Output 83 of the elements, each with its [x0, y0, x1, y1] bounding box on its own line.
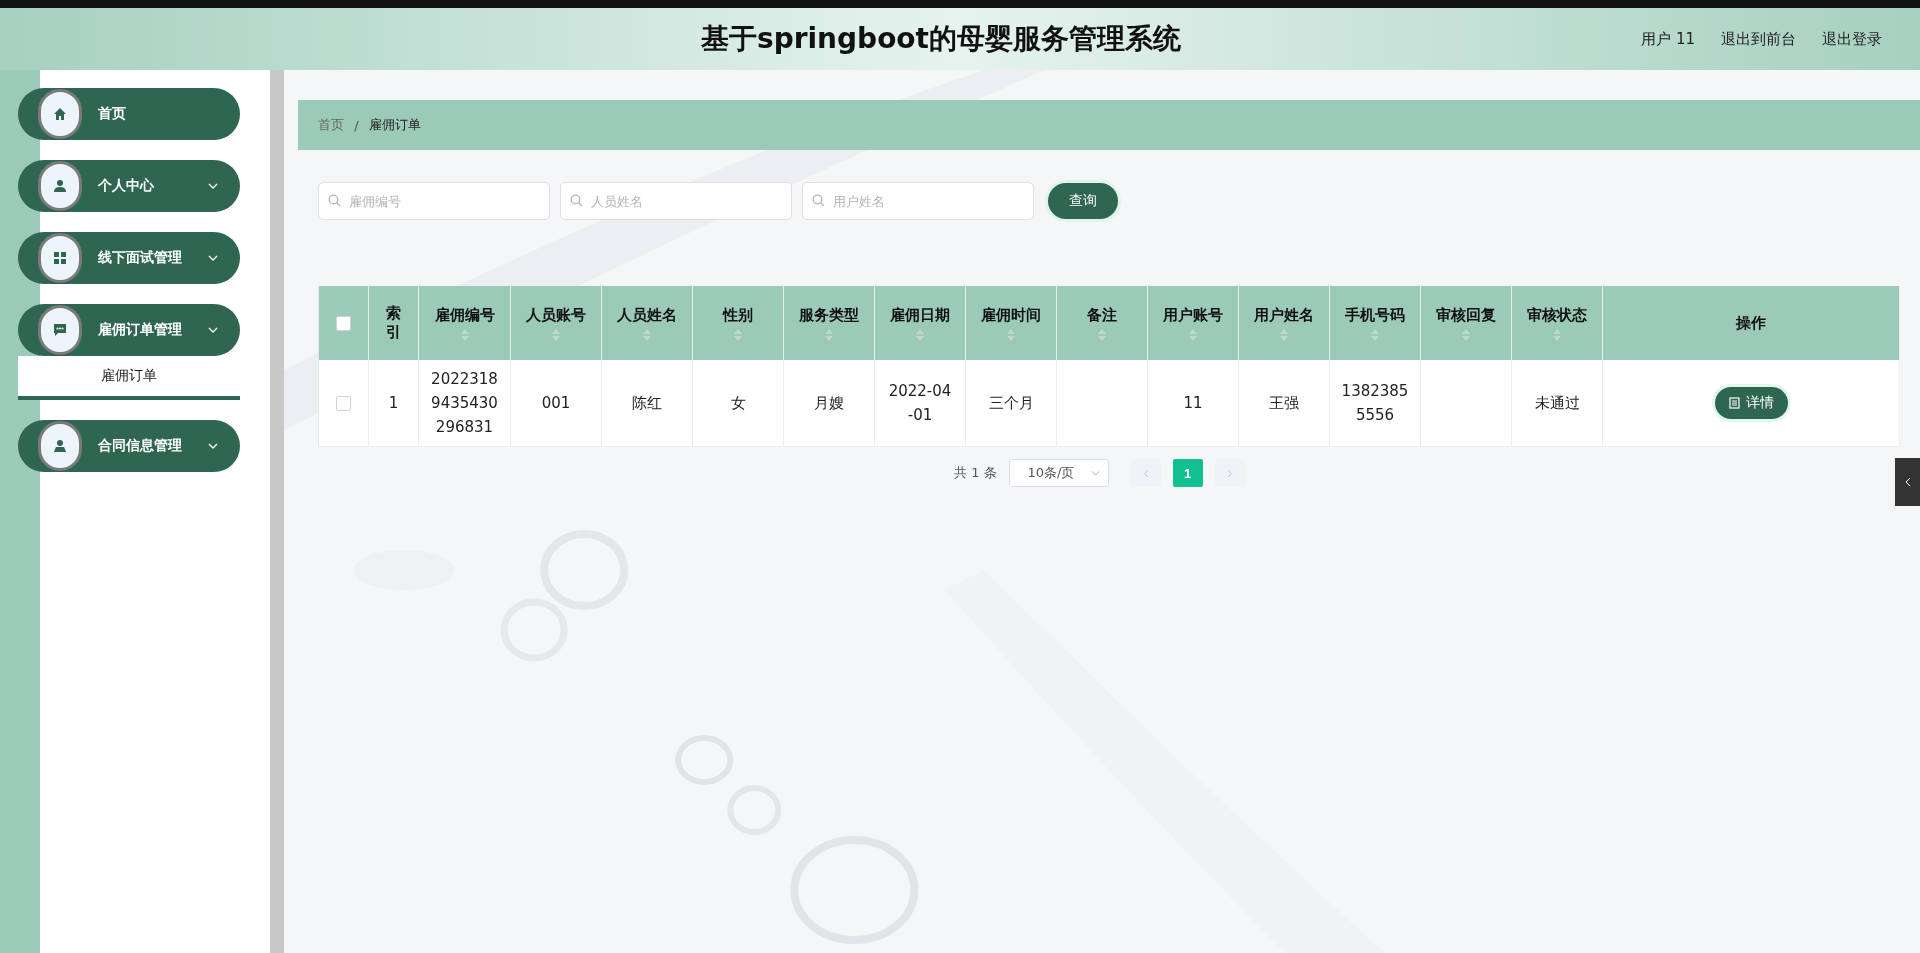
column-header: 性别 [723, 305, 753, 325]
table-cell: 陈红 [602, 360, 693, 447]
column-header: 雇佣时间 [981, 305, 1041, 325]
chevron-icon [208, 183, 218, 189]
table-cell: 三个月 [966, 360, 1057, 447]
previous-page-button[interactable] [1130, 459, 1161, 487]
table-cell: 女 [693, 360, 784, 447]
sort-icon[interactable] [1553, 328, 1561, 341]
sort-icon[interactable] [460, 328, 469, 341]
checkbox[interactable] [336, 315, 351, 331]
column-header: 人员姓名 [617, 305, 677, 325]
column-header: 手机号码 [1345, 305, 1405, 325]
home-icon [53, 107, 67, 121]
page-size-select[interactable]: 10条/页 [1008, 459, 1109, 487]
sidebar-item[interactable]: 合同信息管理 [18, 420, 240, 472]
column-header: 审核状态 [1527, 305, 1587, 325]
sidebar-item[interactable]: 雇佣订单管理 [18, 304, 240, 356]
breadcrumb-item[interactable]: 首页 [318, 116, 344, 134]
total-count: 共 1 条 [954, 464, 997, 482]
sidebar-item[interactable]: 首页 [18, 88, 240, 140]
grid-icon [53, 251, 67, 265]
sort-icon[interactable] [1280, 328, 1288, 341]
sort-icon[interactable] [1371, 328, 1379, 341]
user-name: 用户 11 [1641, 29, 1695, 49]
breadcrumb-separator: / [354, 117, 359, 133]
table-cell: 2022-04-01 [875, 360, 966, 447]
chevron-right-icon [1226, 468, 1233, 478]
chat-icon [53, 323, 67, 337]
sidebar-item[interactable]: 个人中心 [18, 160, 240, 212]
column-header: 索引 [385, 304, 402, 342]
header-link[interactable]: 退出到前台 [1721, 29, 1796, 49]
search-icon [812, 194, 825, 207]
sort-icon[interactable] [916, 328, 924, 341]
table-cell: 未通过 [1512, 360, 1603, 447]
query-button[interactable]: 查询 [1048, 183, 1118, 219]
chevron-icon [208, 327, 218, 333]
table-cell: 001 [511, 360, 602, 447]
user-icon [53, 179, 67, 193]
search-field[interactable]: 雇佣编号 [318, 182, 550, 220]
search-icon [570, 194, 583, 207]
collapse-tab[interactable] [1895, 458, 1920, 506]
search-field[interactable]: 用户姓名 [802, 182, 1034, 220]
table-cell: 1 [369, 360, 419, 447]
person-icon [53, 439, 67, 453]
sort-icon[interactable] [552, 328, 560, 341]
column-header: 雇佣编号 [434, 305, 495, 325]
column-header: 用户账号 [1163, 305, 1223, 325]
document-icon [1728, 397, 1740, 409]
sort-icon[interactable] [643, 328, 651, 341]
chevron-left-icon [1142, 468, 1149, 478]
submenu-item[interactable]: 雇佣订单 [18, 356, 240, 400]
table-cell: 月嫂 [784, 360, 875, 447]
chevron-icon [208, 255, 218, 261]
search-icon [328, 194, 341, 207]
breadcrumb-item: 雇佣订单 [368, 116, 421, 134]
column-header: 审核回复 [1436, 305, 1496, 325]
chevron-icon [1090, 470, 1100, 476]
column-header: 用户姓名 [1254, 305, 1314, 325]
sort-icon[interactable] [734, 328, 742, 341]
header-link[interactable]: 退出登录 [1822, 29, 1882, 49]
column-header: 备注 [1087, 305, 1117, 325]
sort-icon[interactable] [1098, 328, 1106, 341]
sort-icon[interactable] [1007, 328, 1015, 341]
sidebar-item[interactable]: 线下面试管理 [18, 232, 240, 284]
chevron-icon [1904, 477, 1911, 487]
sort-icon[interactable] [1189, 328, 1197, 341]
app-title: 基于springboot的母婴服务管理系统 [701, 21, 1181, 57]
table-cell: 20223189435430296831 [419, 360, 511, 447]
detail-button[interactable]: 详情 [1714, 387, 1788, 419]
table-cell: 王强 [1239, 360, 1330, 447]
chevron-icon [208, 443, 218, 449]
column-header: 服务类型 [799, 305, 859, 325]
column-header: 操作 [1736, 313, 1766, 333]
sort-icon[interactable] [1462, 328, 1470, 341]
table-cell: 11 [1148, 360, 1239, 447]
sort-icon[interactable] [825, 328, 833, 341]
next-page-button[interactable] [1214, 459, 1245, 487]
scrollbar[interactable] [270, 70, 284, 953]
search-field[interactable]: 人员姓名 [560, 182, 792, 220]
checkbox[interactable] [336, 395, 351, 411]
column-header: 人员账号 [526, 305, 586, 325]
table-cell: 13823855556 [1330, 360, 1421, 447]
column-header: 雇佣日期 [890, 305, 950, 325]
